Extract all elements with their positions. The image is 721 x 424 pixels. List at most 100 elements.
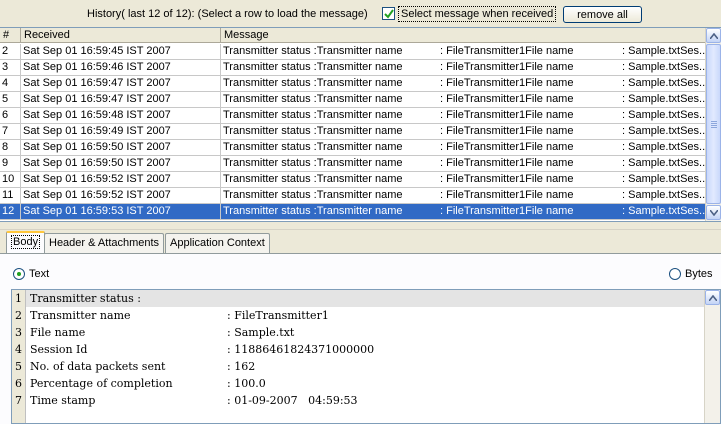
row-message: Transmitter status :Transmitter name: Fi… [221,140,705,156]
table-body: 2 Sat Sep 01 16:59:45 IST 2007 Transmitter… [0,44,705,220]
message-part: Transmitter status :Transmitter name [223,125,403,137]
column-header-num[interactable]: # [0,28,21,43]
editor-line[interactable]: Transmitter status : [26,290,706,307]
message-part: Transmitter status :Transmitter name [223,189,403,201]
message-part: : Sample.txtSes... [622,141,705,153]
editor-line[interactable]: File name : Sample.txt [26,324,706,341]
row-message: Transmitter status :Transmitter name : Fi… [221,60,705,76]
editor-line[interactable]: No. of data packets sent: 162 [26,358,706,375]
remove-all-button[interactable]: remove all [563,6,642,23]
row-received: Sat Sep 01 16:59:46 IST 2007 [21,60,221,76]
line-number-gutter: 1 2 3 4 5 6 7 [12,290,26,423]
row-number: 3 [0,60,21,76]
table-row[interactable]: 12 Sat Sep 01 16:59:53 IST 2007 Transmitte… [0,204,705,220]
field-value: : 100.0 [227,377,266,390]
field-key: Time stamp [30,394,96,407]
column-header-message[interactable]: Message [221,28,705,43]
row-number: 7 [0,124,21,140]
tab-header-attachments[interactable]: Header & Attachments [44,233,165,253]
field-key: Transmitter name [30,309,131,322]
message-part: Transmitter status :Transmitter name [223,173,403,185]
table-scrollbar[interactable] [705,28,721,221]
scroll-down-button[interactable] [706,205,721,220]
message-part: Transmitter status :Transmitter name [223,77,403,89]
message-part: Transmitter status :Transmitter name [223,109,403,121]
line-number: 5 [15,360,22,373]
table-row[interactable]: 8 Sat Sep 01 16:59:50 IST 2007 Transmitter… [0,140,705,156]
row-message: Transmitter status :Transmitter name: Fi… [221,172,705,188]
row-received: Sat Sep 01 16:59:45 IST 2007 [21,44,221,60]
row-received: Sat Sep 01 16:59:52 IST 2007 [21,188,221,204]
line-number: 6 [15,377,22,390]
scroll-thumb[interactable] [706,44,721,204]
table-row[interactable]: 9 Sat Sep 01 16:59:50 IST 2007 Transmitter… [0,156,705,172]
message-part: : Sample.txtSes... [622,61,705,73]
field-value: : 11886461824371000000 [227,343,375,356]
line-number: 1 [15,292,22,305]
row-received: Sat Sep 01 16:59:53 IST 2007 [21,204,221,220]
row-message: Transmitter status :Transmitter name: Fi… [221,124,705,140]
table-row[interactable]: 4 Sat Sep 01 16:59:47 IST 2007 Transmitter… [0,76,705,92]
bytes-radio-label[interactable]: Bytes [685,268,713,280]
row-message: Transmitter status :Transmitter name: Fi… [221,92,705,108]
row-received: Sat Sep 01 16:59:48 IST 2007 [21,108,221,124]
message-part: : FileTransmitter1File name [440,61,574,73]
select-on-receive-label[interactable]: Select message when received [398,6,557,22]
row-number: 8 [0,140,21,156]
message-part: : Sample.txtSes... [622,173,705,185]
editor-scrollbar[interactable] [704,290,720,423]
chevron-up-icon [709,295,717,301]
select-on-receive-checkbox[interactable] [382,7,395,20]
message-part: : FileTransmitter1File name [440,141,574,153]
editor-line[interactable]: Session Id: 11886461824371000000 [26,341,706,358]
line-number: 7 [15,394,22,407]
splitter[interactable] [0,223,721,230]
row-number: 4 [0,76,21,92]
row-message: Transmitter status :Transmitter name : Fi… [221,108,705,124]
editor-line[interactable]: Transmitter name: FileTransmitter1 [26,307,706,324]
line-number: 4 [15,343,22,356]
row-number: 6 [0,108,21,124]
message-part: : FileTransmitter1File name [440,189,574,201]
column-header-received[interactable]: Received [21,28,221,43]
message-part: : FileTransmitter1File name [440,77,574,89]
editor-scroll-up-button[interactable] [705,290,720,305]
table-row[interactable]: 3 Sat Sep 01 16:59:46 IST 2007 Transmitter… [0,60,705,76]
editor-content[interactable]: Transmitter status : Transmitter name: Fi… [26,290,706,423]
message-part: : Sample.txtSes... [622,125,705,137]
message-part: : FileTransmitter1File name [440,109,574,121]
table-row[interactable]: 5 Sat Sep 01 16:59:47 IST 2007 Transmitter… [0,92,705,108]
table-row[interactable]: 7 Sat Sep 01 16:59:49 IST 2007 Transmitter… [0,124,705,140]
table-row[interactable]: 2 Sat Sep 01 16:59:45 IST 2007 Transmitter… [0,44,705,60]
chevron-up-icon [710,33,718,39]
message-part: : FileTransmitter1File name [440,205,574,217]
row-number: 11 [0,188,21,204]
row-received: Sat Sep 01 16:59:47 IST 2007 [21,76,221,92]
row-number: 2 [0,44,21,60]
tab-body[interactable]: Body [6,231,46,253]
row-received: Sat Sep 01 16:59:52 IST 2007 [21,172,221,188]
message-part: : Sample.txtSes... [622,45,705,57]
message-part: : FileTransmitter1File name [440,157,574,169]
text-radio-label[interactable]: Text [29,268,49,280]
tab-application-context[interactable]: Application Context [165,233,270,253]
bytes-radio[interactable] [669,268,681,280]
message-part: : FileTransmitter1File name [440,93,574,105]
line-number: 2 [15,309,22,322]
field-value: : 01-09-2007 04:59:53 [227,394,358,407]
text-radio[interactable] [13,268,25,280]
table-row[interactable]: 10 Sat Sep 01 16:59:52 IST 2007 Transmitte… [0,172,705,188]
field-value: : Sample.txt [227,326,295,339]
message-part: Transmitter status :Transmitter name [223,61,403,73]
message-part: Transmitter status :Transmitter name [223,45,403,57]
editor-line[interactable]: Percentage of completion: 100.0 [26,375,706,392]
checkmark-icon [384,9,394,19]
table-row[interactable]: 11 Sat Sep 01 16:59:52 IST 2007 Transmitte… [0,188,705,204]
message-body-editor[interactable]: 1234567 Transmitter status : Transmitter … [11,289,721,424]
table-row[interactable]: 6 Sat Sep 01 16:59:48 IST 2007 Transmitter… [0,108,705,124]
scroll-up-button[interactable] [706,28,721,43]
row-number: 5 [0,92,21,108]
field-key: No. of data packets sent [30,360,166,373]
field-key: File name [30,326,86,339]
editor-line[interactable]: Time stamp : 01-09-2007 04:59:53 [26,392,706,409]
